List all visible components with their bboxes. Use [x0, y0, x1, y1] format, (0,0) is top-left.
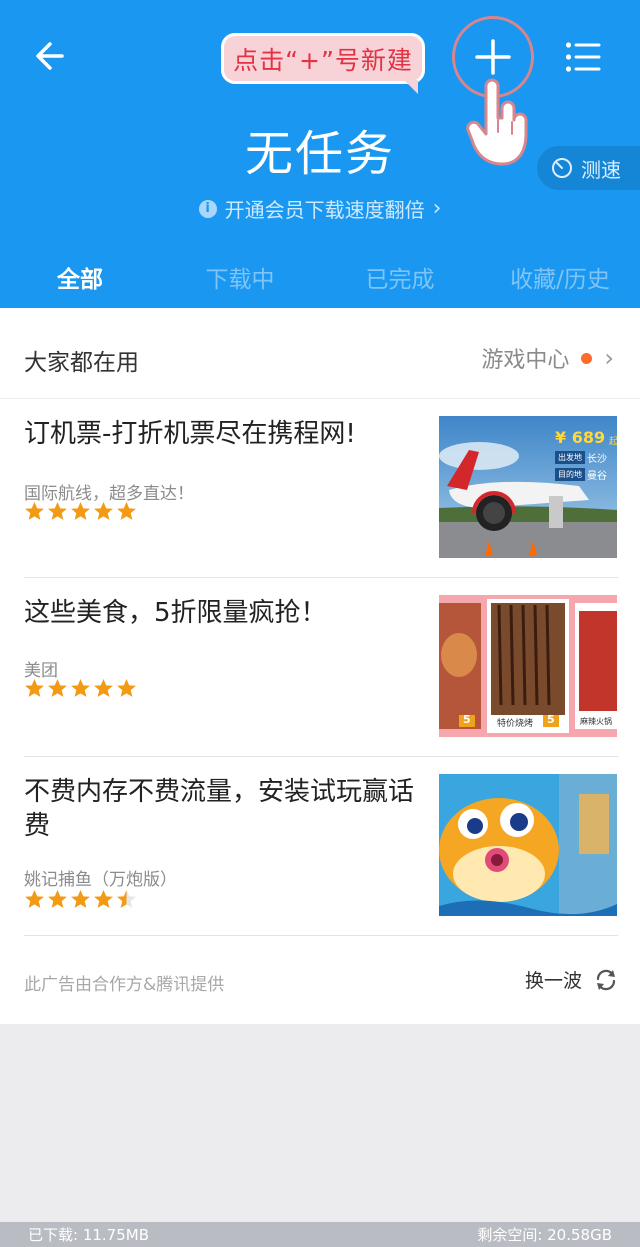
header: 点击“+”号新建 无任务 测速 i 开通会员下载速度翻倍 › 全部 下载中 已完… [0, 0, 640, 308]
star-icon [94, 679, 113, 697]
star-icon [117, 679, 136, 697]
tab-all[interactable]: 全部 [0, 258, 160, 302]
ad-item[interactable]: 这些美食，5折限量疯抢！ 美团 5 特价烧烤 5 麻辣火锅 [24, 578, 618, 739]
ad-title: 这些美食，5折限量疯抢！ [24, 598, 327, 628]
rating-stars [24, 501, 137, 522]
ad-title: 订机票-打折机票尽在携程网! [24, 419, 356, 449]
star-icon [94, 502, 113, 520]
ad-item[interactable]: 订机票-打折机票尽在携程网! 国际航线，超多直达！ ¥ 689 起 出发地 长沙… [24, 399, 618, 560]
ad-item[interactable]: 不费内存不费流量，安装试玩赢话费 姚记捕鱼（万炮版） [24, 757, 618, 918]
vip-promo-link[interactable]: i 开通会员下载速度翻倍 › [0, 194, 640, 223]
thumb-badge-2: 5 [547, 713, 555, 726]
ad-disclaimer: 此广告由合作方&腾讯提供 [24, 975, 225, 995]
task-tabs: 全部 下载中 已完成 收藏/历史 [0, 258, 640, 302]
list-menu-icon [565, 42, 601, 72]
thumb-badge-1: 5 [463, 713, 471, 726]
star-half-icon [117, 890, 136, 908]
back-button[interactable] [28, 34, 72, 78]
star-icon [25, 890, 44, 908]
game-center-label: 游戏中心 [481, 348, 570, 373]
star-icon [48, 890, 67, 908]
ad-source: 姚记捕鱼（万炮版） [24, 870, 177, 890]
star-icon [94, 890, 113, 908]
tab-favorites-history[interactable]: 收藏/历史 [480, 258, 640, 302]
thumb-price-suffix: 起 [609, 437, 617, 447]
ad-thumbnail-food: 5 特价烧烤 5 麻辣火锅 [439, 595, 617, 737]
star-icon [48, 502, 67, 520]
thumb-from: 长沙 [587, 454, 607, 465]
thumb-price: ¥ 689 [555, 428, 606, 447]
thumb-label-2: 麻辣火锅 [580, 717, 612, 726]
free-space: 剩余空间: 20.58GB [477, 1226, 612, 1244]
rating-stars [24, 678, 137, 699]
ad-thumbnail-airplane: ¥ 689 起 出发地 长沙 目的地 曼谷 [439, 416, 617, 558]
tab-completed[interactable]: 已完成 [320, 258, 480, 302]
ad-thumbnail-fish-game [439, 774, 617, 916]
info-icon: i [198, 199, 217, 218]
menu-button[interactable] [560, 34, 606, 80]
star-icon [48, 679, 67, 697]
tab-downloading[interactable]: 下载中 [160, 258, 320, 302]
section-header: 大家都在用 游戏中心 › [0, 308, 640, 399]
back-arrow-icon [36, 42, 64, 70]
thumb-from-label: 出发地 [555, 451, 585, 464]
star-icon [25, 679, 44, 697]
refresh-icon [596, 969, 616, 990]
section-title: 大家都在用 [24, 350, 139, 376]
plus-icon [475, 39, 511, 75]
divider [24, 935, 618, 936]
vip-promo-text: 开通会员下载速度翻倍 [224, 198, 425, 222]
star-icon [71, 502, 90, 520]
chevron-right-icon: › [432, 196, 442, 221]
refresh-label: 换一波 [524, 970, 582, 992]
chevron-right-icon: › [604, 344, 614, 372]
notification-dot [581, 352, 593, 364]
speed-test-label: 测速 [581, 157, 621, 182]
star-icon [71, 679, 90, 697]
ad-title: 不费内存不费流量，安装试玩赢话费 [24, 777, 415, 841]
thumb-to-label: 目的地 [555, 468, 585, 481]
new-task-tip: 点击“+”号新建 [221, 33, 425, 94]
recommend-card: 大家都在用 游戏中心 › 订机票-打折机票尽在携程网! 国际航线，超多直达！ ¥… [0, 308, 640, 1024]
speedometer-icon [552, 158, 572, 178]
star-icon [71, 890, 90, 908]
star-icon [117, 502, 136, 520]
thumb-label: 特价烧烤 [497, 719, 534, 729]
rating-stars [24, 889, 137, 910]
downloaded-size: 已下载: 11.75MB [28, 1226, 149, 1244]
refresh-ads-button[interactable]: 换一波 [525, 966, 618, 993]
star-icon [25, 502, 44, 520]
storage-bar: 已下载: 11.75MB 剩余空间: 20.58GB [0, 1222, 640, 1247]
speed-test-button[interactable]: 测速 [537, 146, 640, 190]
thumb-to: 曼谷 [587, 471, 607, 482]
game-center-link[interactable]: 游戏中心 › [481, 342, 614, 374]
